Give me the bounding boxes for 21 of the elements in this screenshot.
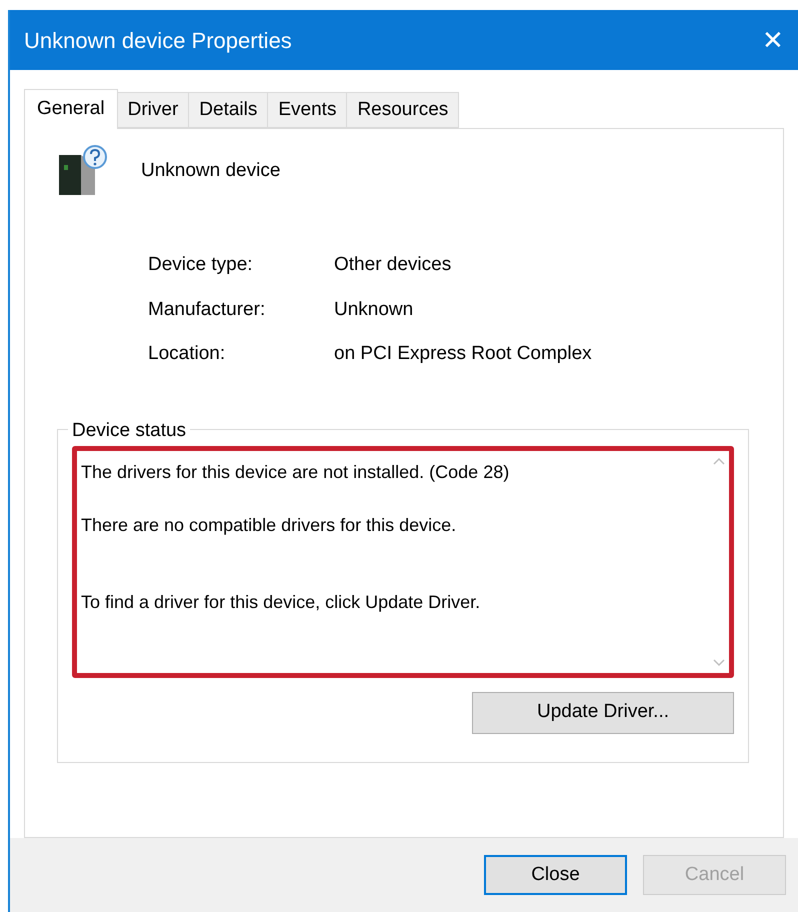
property-label: Manufacturer: — [148, 298, 266, 322]
tab[interactable]: Resources — [347, 92, 460, 128]
scroll-down-icon — [713, 658, 725, 666]
window-title: Unknown device Properties — [24, 26, 292, 55]
tab[interactable]: Details — [189, 92, 268, 128]
status-message: There are no compatible drivers for this device. — [81, 514, 458, 537]
device-name: Unknown device — [141, 158, 280, 183]
status-message: The drivers for this device are not installed. (Code 28) — [81, 460, 510, 484]
close-button[interactable]: ✕ — [754, 20, 792, 60]
tab[interactable]: General — [24, 89, 118, 129]
status-message: To find a driver for this device, click Update Driver. — [81, 590, 482, 614]
property-value: Unknown — [334, 298, 414, 322]
property-value: Other devices — [334, 253, 452, 277]
tab[interactable]: Events — [268, 92, 348, 128]
property-value: on PCI Express Root Complex — [334, 342, 592, 366]
property-label: Location: — [148, 342, 226, 366]
dialog-button[interactable]: Close — [484, 855, 627, 895]
tab[interactable]: Driver — [118, 92, 190, 128]
scroll-up-icon — [713, 456, 725, 464]
update-driver-button[interactable]: Update Driver... — [472, 692, 734, 734]
property-label: Device type: — [148, 253, 254, 277]
